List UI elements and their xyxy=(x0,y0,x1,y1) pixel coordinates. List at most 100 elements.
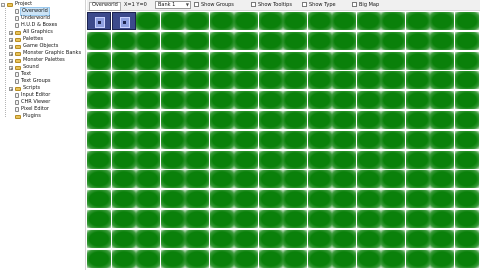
grass-tile[interactable] xyxy=(210,32,234,50)
grass-tile[interactable] xyxy=(87,71,111,89)
grass-tile[interactable] xyxy=(308,230,332,248)
grass-tile[interactable] xyxy=(332,210,356,228)
grass-tile[interactable] xyxy=(283,190,307,208)
grass-tile[interactable] xyxy=(332,32,356,50)
grass-tile[interactable] xyxy=(234,12,258,30)
grass-tile[interactable] xyxy=(332,151,356,169)
grass-tile[interactable] xyxy=(430,230,454,248)
grass-tile[interactable] xyxy=(87,111,111,129)
grass-tile[interactable] xyxy=(381,32,405,50)
grass-tile[interactable] xyxy=(455,131,479,149)
expand-icon[interactable]: + xyxy=(9,65,13,70)
grass-tile[interactable] xyxy=(185,230,209,248)
tree-item-pixel-editor[interactable]: Pixel Editor xyxy=(9,106,49,113)
grass-tile[interactable] xyxy=(161,12,185,30)
expand-icon[interactable]: + xyxy=(9,51,13,56)
grass-tile[interactable] xyxy=(283,32,307,50)
tree-item-overworld[interactable]: Overworld xyxy=(9,7,50,16)
grass-tile[interactable] xyxy=(283,111,307,129)
grass-tile[interactable] xyxy=(357,210,381,228)
expand-icon[interactable]: + xyxy=(9,30,13,35)
grass-tile[interactable] xyxy=(234,131,258,149)
grass-tile[interactable] xyxy=(210,111,234,129)
grass-tile[interactable] xyxy=(210,131,234,149)
grass-tile[interactable] xyxy=(283,12,307,30)
grass-tile[interactable] xyxy=(430,111,454,129)
grass-tile[interactable] xyxy=(455,151,479,169)
grass-tile[interactable] xyxy=(234,111,258,129)
grass-tile[interactable] xyxy=(406,111,430,129)
grass-tile[interactable] xyxy=(87,250,111,268)
grass-tile[interactable] xyxy=(185,52,209,70)
grass-tile[interactable] xyxy=(406,170,430,188)
grass-tile[interactable] xyxy=(332,71,356,89)
grass-tile[interactable] xyxy=(210,190,234,208)
big-map-option[interactable]: Big Map xyxy=(352,2,379,9)
grass-tile[interactable] xyxy=(381,250,405,268)
grass-tile[interactable] xyxy=(210,210,234,228)
grass-tile[interactable] xyxy=(308,250,332,268)
grass-tile[interactable] xyxy=(381,151,405,169)
show-tooltips-option[interactable]: Show Tooltips xyxy=(251,2,292,9)
grass-tile[interactable] xyxy=(210,230,234,248)
grass-tile[interactable] xyxy=(234,230,258,248)
grass-tile[interactable] xyxy=(185,170,209,188)
grass-tile[interactable] xyxy=(161,151,185,169)
grass-tile[interactable] xyxy=(136,91,160,109)
grass-tile[interactable] xyxy=(112,131,136,149)
grass-tile[interactable] xyxy=(87,52,111,70)
grass-tile[interactable] xyxy=(87,210,111,228)
grass-tile[interactable] xyxy=(430,170,454,188)
grass-tile[interactable] xyxy=(234,91,258,109)
grass-tile[interactable] xyxy=(332,91,356,109)
tree-item-monster-graphic-banks[interactable]: + Monster Graphic Banks xyxy=(9,50,81,57)
grass-tile[interactable] xyxy=(112,250,136,268)
grass-tile[interactable] xyxy=(161,250,185,268)
grass-tile[interactable] xyxy=(308,170,332,188)
grass-tile[interactable] xyxy=(234,52,258,70)
grass-tile[interactable] xyxy=(406,91,430,109)
grass-tile[interactable] xyxy=(455,170,479,188)
grass-tile[interactable] xyxy=(283,151,307,169)
project-tree[interactable]: - Project Overworld Underworld H.U.D & Boxes… xyxy=(0,0,86,270)
grass-tile[interactable] xyxy=(87,190,111,208)
grass-tile[interactable] xyxy=(136,52,160,70)
grass-tile[interactable] xyxy=(161,131,185,149)
grass-tile[interactable] xyxy=(259,151,283,169)
grass-tile[interactable] xyxy=(161,111,185,129)
grass-tile[interactable] xyxy=(357,52,381,70)
grass-tile[interactable] xyxy=(136,190,160,208)
expand-icon[interactable]: + xyxy=(9,58,13,63)
grass-tile[interactable] xyxy=(234,190,258,208)
grass-tile[interactable] xyxy=(185,151,209,169)
door-tile[interactable] xyxy=(87,12,111,30)
grass-tile[interactable] xyxy=(308,111,332,129)
grass-tile[interactable] xyxy=(332,170,356,188)
grass-tile[interactable] xyxy=(430,190,454,208)
grass-tile[interactable] xyxy=(161,230,185,248)
grass-tile[interactable] xyxy=(308,12,332,30)
grass-tile[interactable] xyxy=(112,210,136,228)
grass-tile[interactable] xyxy=(308,52,332,70)
grass-tile[interactable] xyxy=(161,52,185,70)
grass-tile[interactable] xyxy=(455,91,479,109)
grass-tile[interactable] xyxy=(455,111,479,129)
grass-tile[interactable] xyxy=(112,170,136,188)
grass-tile[interactable] xyxy=(259,32,283,50)
grass-tile[interactable] xyxy=(210,52,234,70)
grass-tile[interactable] xyxy=(136,111,160,129)
grass-tile[interactable] xyxy=(406,151,430,169)
grass-tile[interactable] xyxy=(357,12,381,30)
grass-tile[interactable] xyxy=(259,111,283,129)
grass-tile[interactable] xyxy=(210,250,234,268)
tree-item-plugins[interactable]: Plugins xyxy=(9,113,41,120)
grass-tile[interactable] xyxy=(406,131,430,149)
show-groups-option[interactable]: Show Groups xyxy=(194,2,234,9)
tree-item-game-objects[interactable]: + Game Objects xyxy=(9,43,58,50)
grass-tile[interactable] xyxy=(283,210,307,228)
grass-tile[interactable] xyxy=(136,250,160,268)
grass-tile[interactable] xyxy=(136,230,160,248)
grass-tile[interactable] xyxy=(87,91,111,109)
grass-tile[interactable] xyxy=(455,190,479,208)
grass-tile[interactable] xyxy=(185,131,209,149)
